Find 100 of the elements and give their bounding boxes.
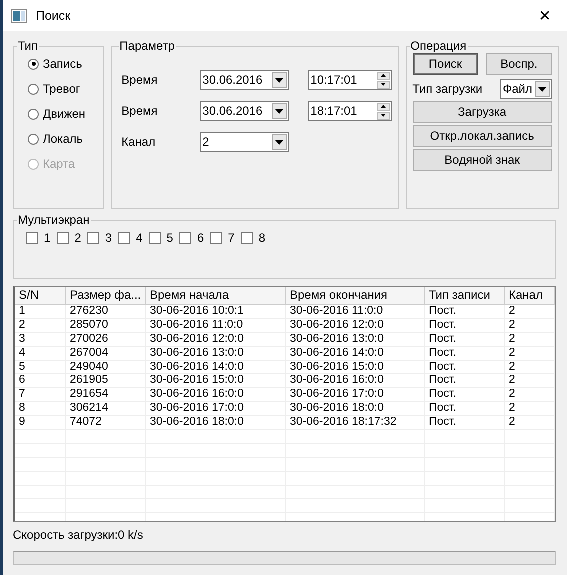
table-row[interactable]: 5 249040 30-06-2016 14:0:0 30-06-2016 15:0:0 Пост. 2: [15, 360, 555, 374]
table-cell: 2: [505, 305, 555, 318]
field-label: Канал: [122, 135, 157, 149]
time-field[interactable]: 10:17:01: [308, 70, 392, 90]
channel-dropdown[interactable]: 2: [200, 132, 289, 152]
radio-option[interactable]: Запись: [28, 57, 97, 71]
table-cell: 30-06-2016 17:0:0: [146, 402, 286, 416]
column-header[interactable]: Время окончания: [286, 287, 425, 304]
table-cell: Пост.: [425, 416, 505, 430]
table-cell: 1: [15, 305, 66, 318]
radio-option[interactable]: Движен: [28, 107, 97, 121]
table-cell: 291654: [66, 388, 146, 402]
table-cell: 2: [505, 332, 555, 346]
table-cell: 2: [505, 360, 555, 374]
table-cell: Пост.: [425, 332, 505, 346]
table-cell: Пост.: [425, 346, 505, 360]
screen-checkbox[interactable]: 4: [118, 231, 143, 245]
table-cell: 276230: [66, 305, 146, 318]
table-cell: Пост.: [425, 374, 505, 388]
table-cell: 30-06-2016 13:0:0: [286, 332, 425, 346]
table-cell: 8: [15, 402, 66, 416]
table-cell: 30-06-2016 16:0:0: [286, 374, 425, 388]
table-row[interactable]: 2 285070 30-06-2016 11:0:0 30-06-2016 12:0:0 Пост. 2: [15, 318, 555, 333]
table-cell: 270026: [66, 332, 146, 346]
table-cell: 30-06-2016 11:0:0: [146, 318, 286, 332]
column-header[interactable]: S/N: [15, 287, 66, 304]
table-row[interactable]: 9 74072 30-06-2016 18:0:0 30-06-2016 18:17:32 Пост. 2: [15, 416, 555, 430]
spin-up-icon: [380, 105, 386, 108]
field-label: Время: [122, 73, 159, 87]
download-type-label: Тип загрузки: [412, 82, 483, 96]
table-cell: Пост.: [425, 360, 505, 374]
dropdown-arrow-icon: [274, 140, 284, 144]
screen-checkbox[interactable]: 5: [148, 231, 174, 245]
screen-checkbox[interactable]: 3: [87, 231, 112, 245]
radio-option[interactable]: Локаль: [28, 132, 97, 146]
table-cell: 30-06-2016 18:0:0: [146, 416, 286, 430]
table-cell: Пост.: [425, 305, 505, 318]
date-picker[interactable]: 30.06.2016: [200, 70, 289, 90]
table-cell: 2: [505, 318, 555, 332]
table-row[interactable]: 8 306214 30-06-2016 17:0:0 30-06-2016 18:0:0 Пост. 2: [15, 402, 555, 416]
table-cell: 30-06-2016 15:0:0: [286, 360, 425, 374]
screen-checkbox[interactable]: 2: [56, 231, 82, 245]
column-header[interactable]: Размер фа...: [66, 287, 146, 304]
table-cell: 30-06-2016 14:0:0: [146, 360, 286, 374]
table-cell: 4: [15, 346, 66, 360]
spin-down-icon: [380, 114, 386, 117]
screen-checkbox[interactable]: 1: [26, 231, 51, 245]
table-cell: 30-06-2016 14:0:0: [286, 346, 425, 360]
table-row[interactable]: 4 267004 30-06-2016 13:0:0 30-06-2016 14:0:0 Пост. 2: [15, 346, 555, 361]
dropdown-arrow-icon: [274, 78, 284, 82]
table-cell: Пост.: [425, 318, 505, 332]
table-cell: 2: [15, 318, 66, 332]
search-button[interactable]: Поиск: [412, 53, 478, 75]
column-header[interactable]: Тип записи: [425, 287, 505, 304]
table-cell: 30-06-2016 15:0:0: [146, 374, 286, 388]
field-label: Время: [122, 104, 159, 118]
table-cell: 249040: [66, 360, 146, 374]
download-type-dropdown[interactable]: Файл: [500, 79, 552, 99]
time-field[interactable]: 18:17:01: [308, 101, 392, 121]
date-picker[interactable]: 30.06.2016: [200, 101, 289, 121]
spin-up-icon: [380, 74, 386, 77]
group-title: Мультиэкран: [17, 213, 91, 227]
action-button[interactable]: Откр.локал.запись: [412, 125, 552, 147]
column-header[interactable]: Время начала: [146, 287, 286, 304]
table-cell: 9: [15, 416, 66, 430]
screen-checkbox[interactable]: 7: [210, 231, 235, 245]
group-title: Операция: [410, 39, 468, 53]
table-row[interactable]: 6 261905 30-06-2016 15:0:0 30-06-2016 16:0:0 Пост. 2: [15, 374, 555, 388]
table-cell: Пост.: [425, 402, 505, 416]
action-button[interactable]: Водяной знак: [412, 149, 552, 171]
spin-down-icon: [380, 83, 386, 86]
action-button[interactable]: Загрузка: [412, 101, 552, 123]
table-cell: Пост.: [425, 388, 505, 402]
table-cell: 30-06-2016 16:0:0: [146, 388, 286, 402]
table-cell: 30-06-2016 11:0:0: [286, 305, 425, 318]
table-cell: 30-06-2016 17:0:0: [286, 388, 425, 402]
table-cell: 2: [505, 346, 555, 360]
table-cell: 74072: [66, 416, 146, 430]
table-cell: 5: [15, 360, 66, 374]
play-button[interactable]: Воспр.: [486, 53, 552, 75]
screen-checkbox[interactable]: 6: [179, 231, 204, 245]
dropdown-arrow-icon: [274, 108, 284, 114]
table-cell: 306214: [66, 402, 146, 416]
column-header[interactable]: Канал: [505, 287, 555, 304]
group-title: Параметр: [118, 39, 176, 53]
table-cell: 261905: [66, 374, 146, 388]
table-row[interactable]: 7 291654 30-06-2016 16:0:0 30-06-2016 17:0:0 Пост. 2: [15, 388, 555, 402]
table-cell: 30-06-2016 12:0:0: [286, 318, 425, 332]
table-cell: 2: [505, 402, 555, 416]
radio-option[interactable]: Тревог: [28, 82, 97, 96]
table-cell: 30-06-2016 12:0:0: [146, 332, 286, 346]
table-cell: 30-06-2016 18:17:32: [286, 416, 425, 430]
table-row[interactable]: 3 270026 30-06-2016 12:0:0 30-06-2016 13:0:0 Пост. 2: [15, 332, 555, 347]
table-cell: 6: [15, 374, 66, 388]
screen-checkbox[interactable]: 8: [240, 231, 266, 245]
table-cell: 7: [15, 388, 66, 402]
table-cell: 3: [15, 332, 66, 346]
download-speed-text: Скорость загрузки:0 k/s: [13, 528, 144, 542]
table-row[interactable]: 1 276230 30-06-2016 10:0:1 30-06-2016 11:0:0 Пост. 2: [15, 305, 555, 319]
table-cell: 30-06-2016 18:0:0: [286, 402, 425, 416]
